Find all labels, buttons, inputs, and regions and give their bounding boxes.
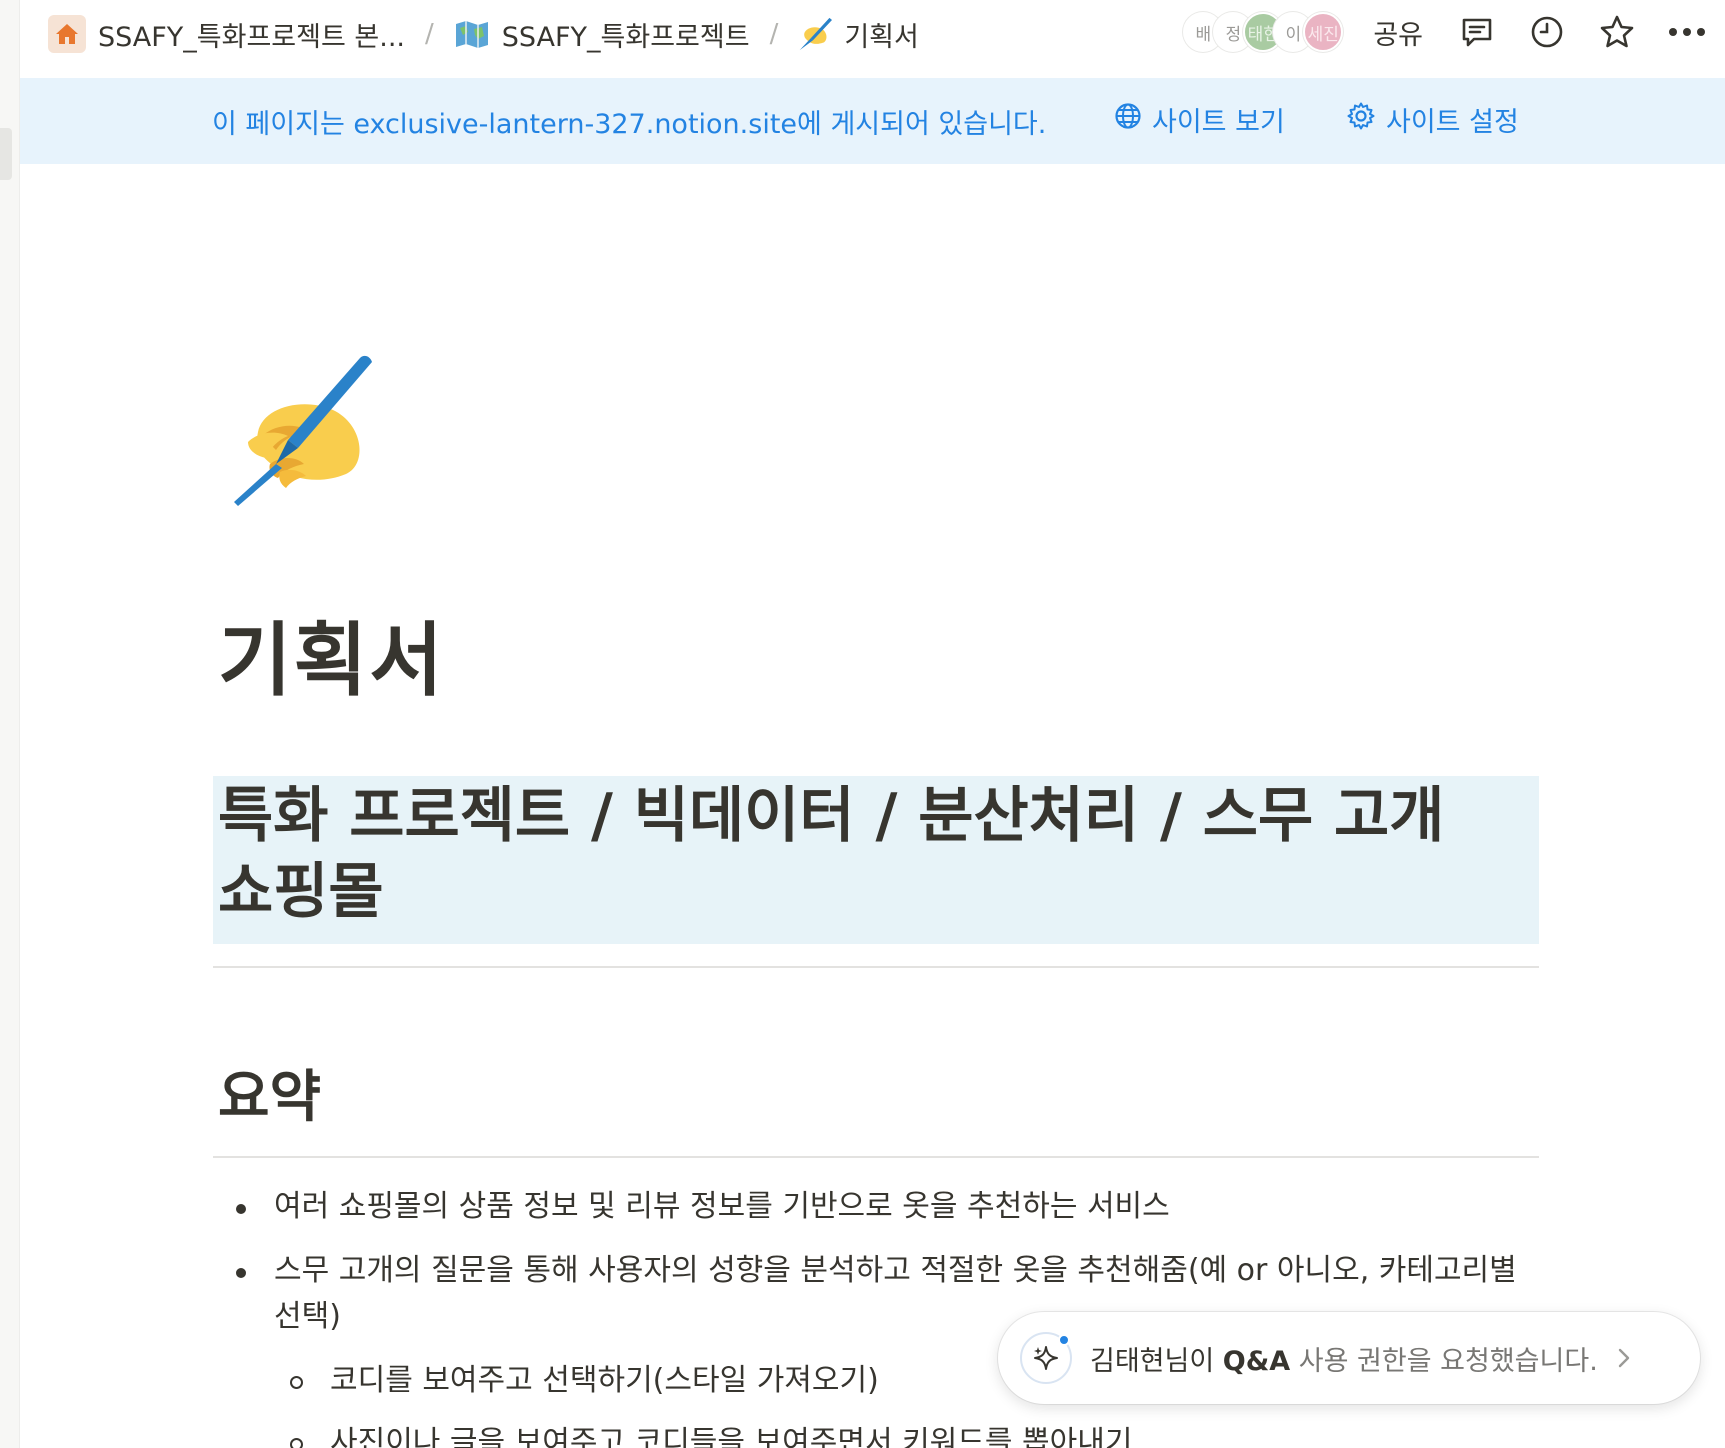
toast-feature: Q&A — [1222, 1345, 1291, 1377]
ai-sparkle-icon — [1020, 1332, 1072, 1384]
breadcrumb-item-project[interactable]: SSAFY_특화프로젝트 — [454, 15, 750, 54]
page-title[interactable]: 기획서 — [218, 596, 445, 712]
banner-text: 이 페이지는 exclusive-lantern-327.notion.site… — [212, 109, 1047, 140]
writing-hand-icon — [798, 17, 833, 51]
toast-text: 사용 권한을 요청했습니다. — [1298, 1345, 1598, 1377]
comment-icon[interactable] — [1457, 12, 1497, 52]
breadcrumb-item-current[interactable]: 기획서 — [798, 15, 919, 54]
sidebar-resize-handle[interactable] — [0, 128, 12, 180]
notification-dot — [1058, 1334, 1070, 1346]
sidebar-edge — [0, 0, 20, 1448]
breadcrumb: SSAFY_특화프로젝트 본... / SSAFY_특화프로젝트 / 기획서 — [48, 14, 919, 54]
avatar[interactable]: 세진 — [1303, 12, 1344, 52]
star-icon[interactable] — [1597, 12, 1637, 52]
breadcrumb-label: SSAFY_특화프로젝트 본... — [98, 21, 405, 53]
published-banner: 이 페이지는 exclusive-lantern-327.notion.site… — [20, 78, 1725, 164]
access-request-toast[interactable]: 김태현님이 Q&A 사용 권한을 요청했습니다. — [998, 1312, 1700, 1404]
view-site-button[interactable]: 사이트 보기 — [1114, 100, 1285, 139]
gear-icon — [1346, 101, 1376, 138]
globe-icon — [1114, 102, 1142, 137]
breadcrumb-item-home[interactable]: SSAFY_특화프로젝트 본... — [48, 15, 405, 54]
breadcrumb-separator: / — [424, 19, 434, 49]
divider — [213, 1156, 1539, 1158]
site-settings-label: 사이트 설정 — [1386, 107, 1519, 138]
map-icon — [454, 19, 490, 49]
clock-icon[interactable] — [1527, 12, 1567, 52]
breadcrumb-separator: / — [769, 19, 779, 49]
collaborator-avatars[interactable]: 배 정 태현 이 세진 — [1183, 12, 1344, 52]
list-item[interactable]: 여러 쇼핑몰의 상품 정보 및 리뷰 정보를 기반으로 옷을 추천하는 서비스 — [230, 1184, 1520, 1230]
chevron-right-icon[interactable] — [1616, 1346, 1632, 1370]
topbar-actions: 배 정 태현 이 세진 공유 — [1183, 8, 1725, 56]
toast-message: 김태현님이 Q&A 사용 권한을 요청했습니다. — [1090, 1339, 1598, 1378]
breadcrumb-label: 기획서 — [844, 21, 919, 53]
share-button[interactable]: 공유 — [1373, 13, 1423, 52]
heading-1[interactable]: 특화 프로젝트 / 빅데이터 / 분산처리 / 스무 고개 쇼핑몰 — [218, 778, 1518, 930]
home-icon — [48, 15, 86, 53]
view-site-label: 사이트 보기 — [1152, 107, 1285, 138]
divider — [213, 966, 1539, 968]
writing-hand-icon[interactable] — [218, 352, 378, 512]
toast-user-name: 김태현님이 — [1090, 1345, 1215, 1377]
more-icon[interactable] — [1667, 12, 1707, 52]
topbar: SSAFY_특화프로젝트 본... / SSAFY_특화프로젝트 / 기획서 배… — [20, 0, 1725, 78]
section-heading-summary[interactable]: 요약 — [218, 1052, 321, 1133]
breadcrumb-label: SSAFY_특화프로젝트 — [501, 21, 750, 53]
list-item[interactable]: 사진이나 글을 보여주고 코디들을 보여주면서 키워드를 뽑아내기 — [230, 1420, 1520, 1448]
site-settings-button[interactable]: 사이트 설정 — [1346, 100, 1519, 139]
